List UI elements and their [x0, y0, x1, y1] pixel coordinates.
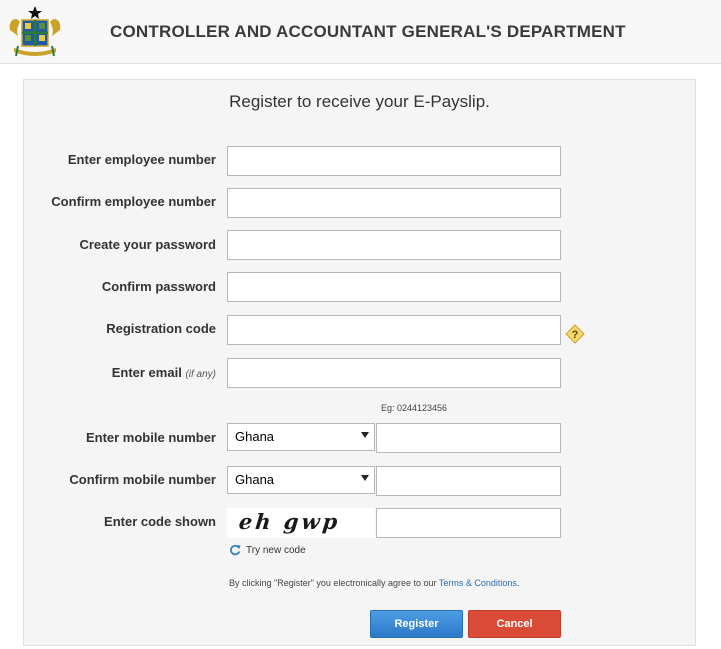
create-password-label: Create your password — [79, 237, 216, 252]
terms-conditions-link[interactable]: Terms & Conditions — [439, 578, 517, 588]
try-new-code-label: Try new code — [246, 544, 306, 556]
captcha-input[interactable] — [376, 508, 561, 538]
captcha-code-text: eh gwp — [237, 509, 342, 534]
email-label: Enter email (if any) — [26, 365, 216, 380]
email-input[interactable] — [227, 358, 561, 388]
registration-code-label: Registration code — [106, 321, 216, 336]
confirm-password-label: Confirm password — [101, 279, 216, 294]
captcha-image: eh gwp — [227, 508, 375, 538]
register-button[interactable]: Register — [370, 610, 463, 638]
refresh-icon — [230, 544, 241, 556]
page-title: CONTROLLER AND ACCOUNTANT GENERAL'S DEPA… — [110, 22, 626, 41]
confirm-mobile-number-input[interactable] — [376, 466, 561, 496]
cancel-button[interactable]: Cancel — [468, 610, 561, 638]
agreement-text: By clicking "Register" you electronicall… — [229, 578, 437, 588]
confirm-mobile-number-label: Confirm mobile number — [69, 472, 216, 487]
chevron-down-icon — [361, 475, 369, 481]
chevron-down-icon — [361, 432, 369, 438]
try-new-code-link[interactable]: Try new code — [229, 543, 306, 557]
page-header: CONTROLLER AND ACCOUNTANT GENERAL'S DEPA… — [0, 0, 721, 64]
svg-text:?: ? — [572, 329, 579, 341]
agreement-suffix: . — [516, 578, 520, 588]
registration-form: Register to receive your E-Payslip. Ente… — [23, 79, 696, 646]
captcha-label: Enter code shown — [104, 514, 216, 529]
terms-agreement: By clicking "Register" you electronicall… — [229, 578, 519, 588]
confirm-employee-number-label: Confirm employee number — [51, 194, 216, 209]
confirm-employee-number-input[interactable] — [227, 188, 561, 218]
confirm-mobile-country-select[interactable]: Ghana — [227, 466, 375, 494]
mobile-country-value: Ghana — [235, 429, 275, 444]
email-label-text: Enter email — [111, 365, 182, 380]
email-hint: (if any) — [185, 369, 216, 380]
registration-code-input[interactable] — [227, 315, 561, 345]
ghana-coat-of-arms-logo — [9, 6, 61, 57]
mobile-country-select[interactable]: Ghana — [227, 423, 375, 451]
employee-number-label: Enter employee number — [67, 152, 216, 167]
confirm-mobile-country-value: Ghana — [235, 472, 275, 487]
confirm-password-input[interactable] — [227, 272, 561, 302]
mobile-number-input[interactable] — [376, 423, 561, 453]
mobile-example-hint: Eg: 0244123456 — [381, 403, 448, 413]
employee-number-input[interactable] — [227, 146, 561, 176]
mobile-number-label: Enter mobile number — [85, 430, 216, 445]
form-title: Register to receive your E-Payslip. — [229, 92, 490, 111]
password-input[interactable] — [227, 230, 561, 260]
help-icon[interactable]: ? — [565, 324, 585, 344]
